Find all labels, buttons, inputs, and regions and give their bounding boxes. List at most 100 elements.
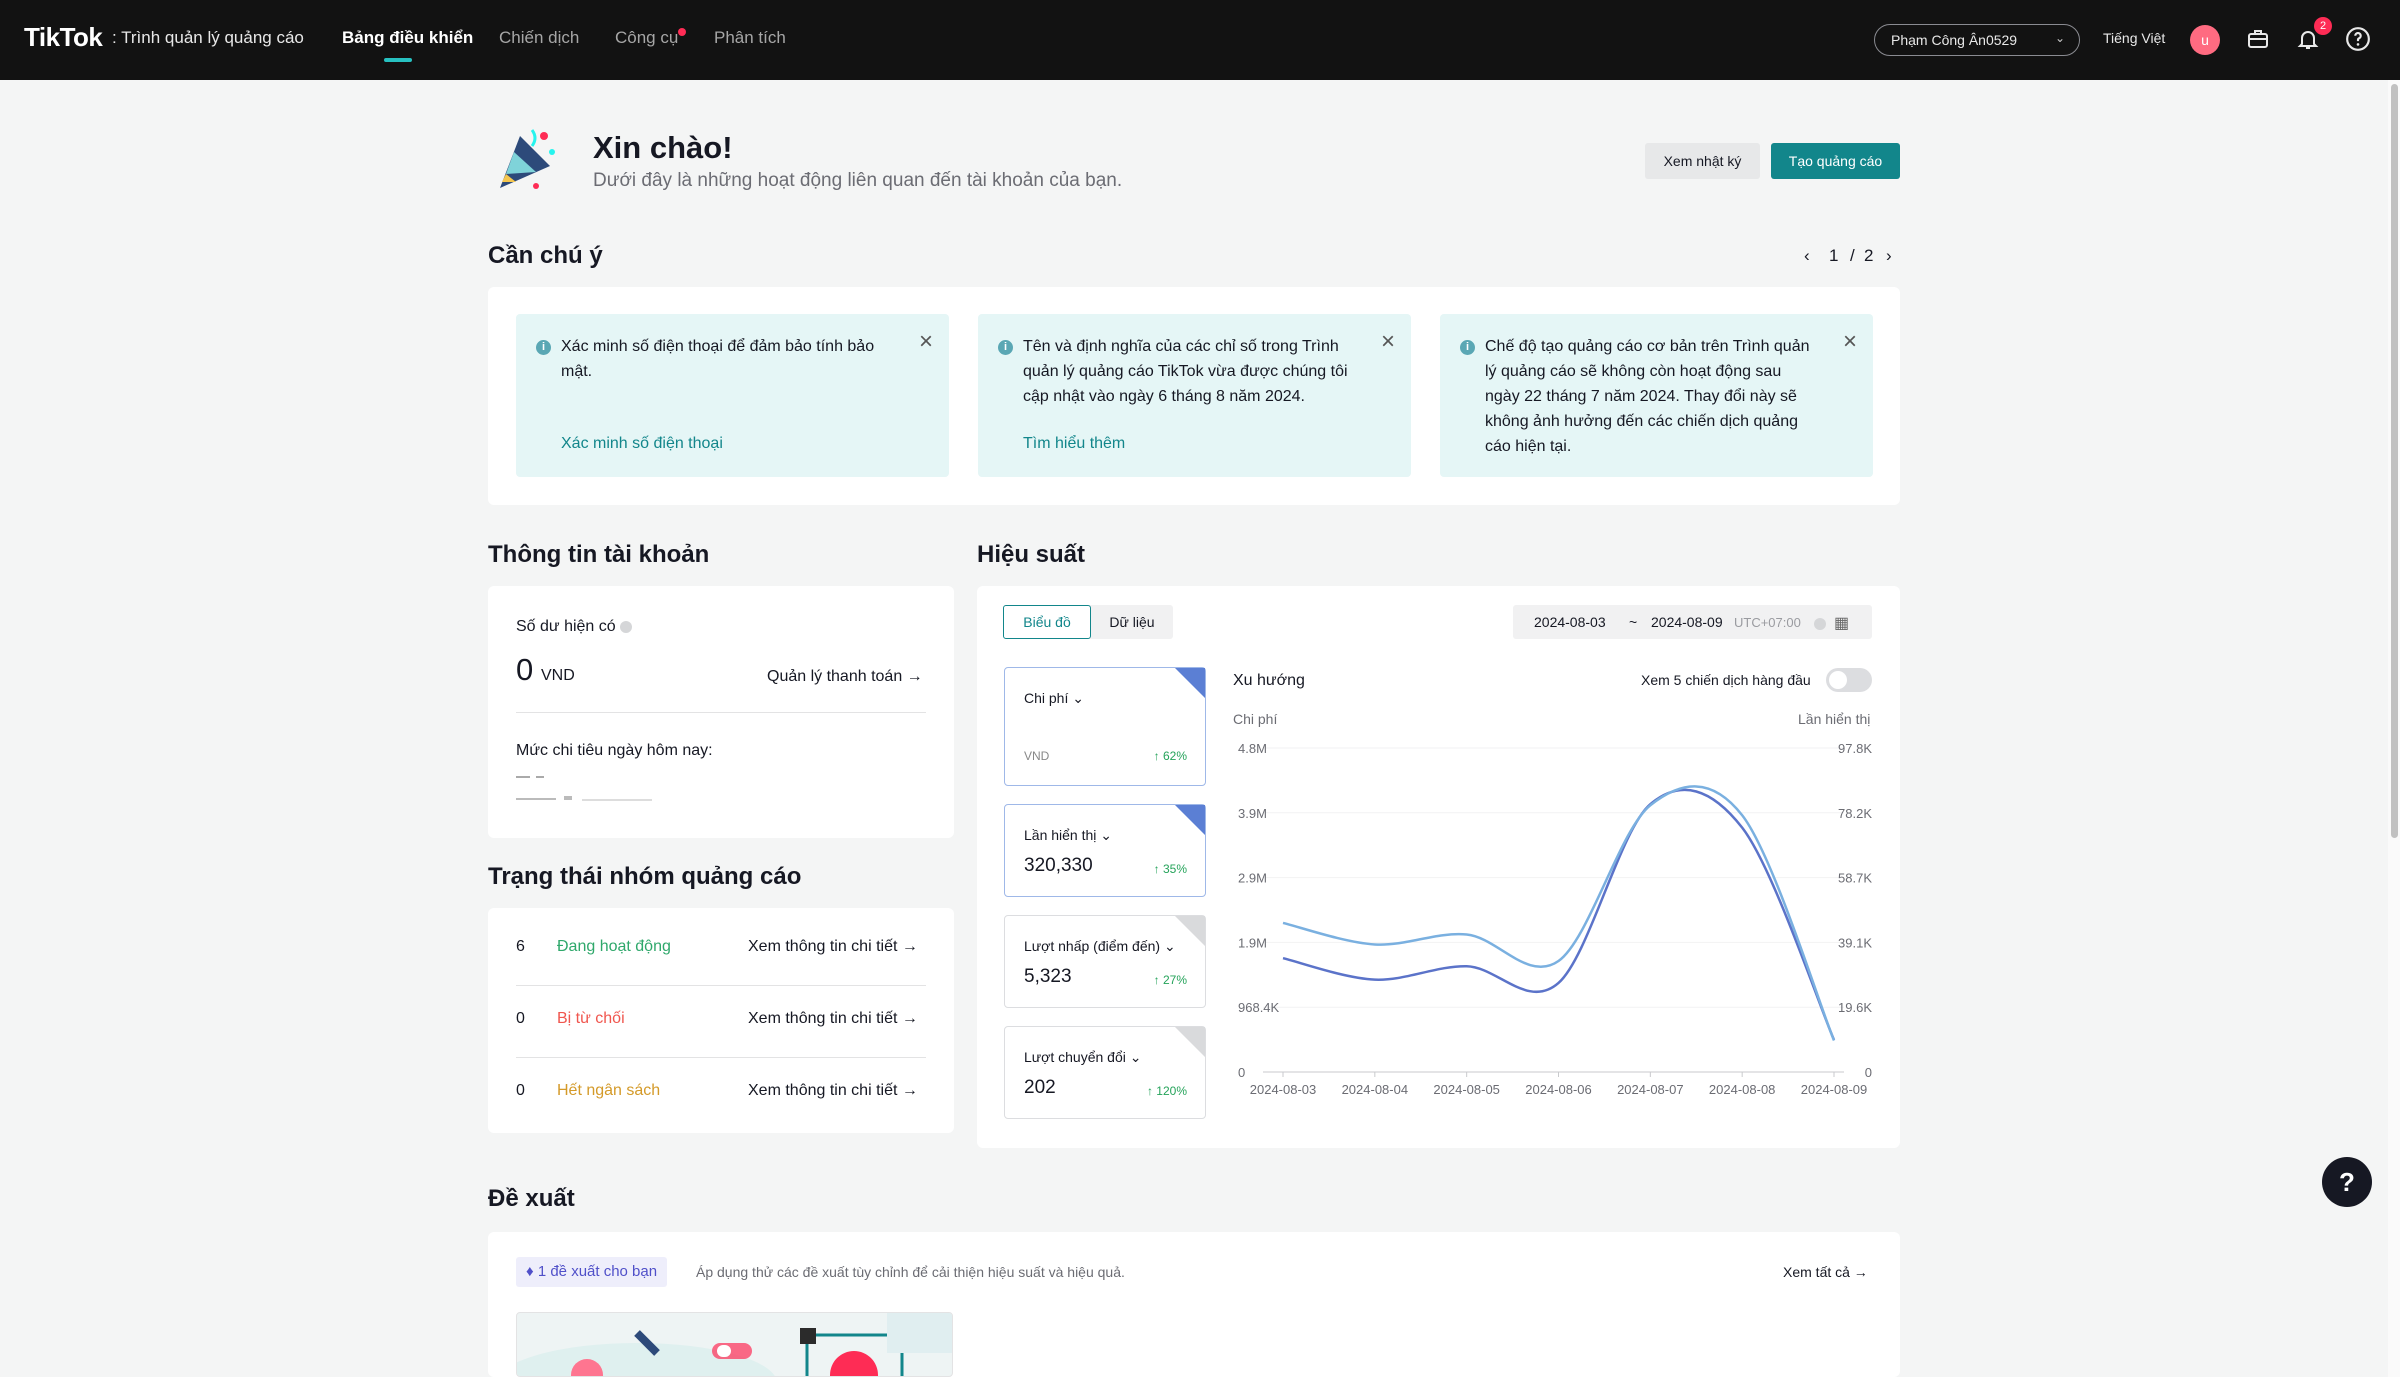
- unselected-corner: [1175, 1027, 1205, 1057]
- account-info-title: Thông tin tài khoản: [488, 541, 710, 568]
- tab-data[interactable]: Dữ liệu: [1091, 605, 1173, 639]
- status-row: 0 Bị từ chối Xem thông tin chi tiết →: [516, 1006, 926, 1036]
- view-details-link[interactable]: Xem thông tin chi tiết →: [748, 938, 918, 956]
- notice-link[interactable]: Tìm hiểu thêm: [1023, 435, 1125, 453]
- close-icon[interactable]: ×: [919, 328, 933, 356]
- status-count: 6: [516, 938, 525, 955]
- metric-card-cost[interactable]: Chi phí ⌄ VND ↑ 62%: [1004, 667, 1206, 786]
- manage-payment-link[interactable]: Quản lý thanh toán →: [767, 668, 923, 686]
- daily-spend-label: Mức chi tiêu ngày hôm nay:: [516, 742, 713, 759]
- tiktok-logo[interactable]: TikTok: [24, 22, 103, 53]
- view-toggle: Biểu đồ Dữ liệu: [1003, 605, 1173, 639]
- chevron-down-icon: ⌄: [2054, 31, 2065, 45]
- recommendation-count-badge: ♦ 1 đề xuất cho bạn: [516, 1257, 668, 1287]
- nav-tools[interactable]: Công cụ: [615, 28, 678, 48]
- date-end: 2024-08-09: [1651, 614, 1723, 630]
- nav-analytics[interactable]: Phân tích: [714, 28, 786, 48]
- top5-toggle-label: Xem 5 chiến dịch hàng đầu: [1641, 672, 1811, 688]
- metric-name: Lượt nhấp (điểm đến) ⌄: [1024, 938, 1176, 954]
- close-icon[interactable]: ×: [1843, 328, 1857, 356]
- impressions-series-line: [1282, 785, 1836, 1041]
- selected-corner: [1175, 668, 1205, 698]
- help-button[interactable]: ?: [2322, 1157, 2372, 1207]
- balance-value: 0: [516, 652, 534, 687]
- y2-tick-label: 97.8K: [1838, 741, 1872, 756]
- divider: [516, 985, 926, 986]
- account-name: Phạm Công Ân0529: [1891, 32, 2018, 48]
- pager-separator: /: [1850, 246, 1855, 265]
- scrollbar-thumb[interactable]: [2391, 84, 2398, 838]
- y2-tick-label: 19.6K: [1838, 1000, 1872, 1015]
- view-log-button[interactable]: Xem nhật ký: [1645, 143, 1760, 179]
- info-icon: [1814, 618, 1826, 630]
- y-tick-label: 0: [1238, 1065, 1245, 1080]
- view-details-link[interactable]: Xem thông tin chi tiết →: [748, 1010, 918, 1028]
- tools-new-dot: [678, 28, 686, 36]
- date-range-picker[interactable]: 2024-08-03 ~ 2024-08-09 UTC+07:00 ▦: [1513, 605, 1872, 639]
- y-tick-label: 2.9M: [1238, 871, 1267, 886]
- language-switcher[interactable]: Tiếng Việt: [2103, 30, 2165, 46]
- x-tick-label: 2024-08-05: [1433, 1082, 1500, 1097]
- recommendation-preview-card[interactable]: [516, 1312, 953, 1377]
- notice-card: i Xác minh số điện thoại để đảm bảo tính…: [516, 314, 949, 477]
- nav-campaigns[interactable]: Chiến dịch: [499, 28, 579, 48]
- close-icon[interactable]: ×: [1381, 328, 1395, 356]
- attention-section-title: Cần chú ý: [488, 242, 603, 269]
- date-separator: ~: [1629, 614, 1638, 630]
- status-rejected-label: Bị từ chối: [557, 1010, 625, 1027]
- x-tick-label: 2024-08-06: [1525, 1082, 1592, 1097]
- y2-tick-label: 0: [1865, 1065, 1872, 1080]
- status-out-of-budget-label: Hết ngân sách: [557, 1082, 661, 1099]
- recommendations-title: Đề xuất: [488, 1185, 575, 1212]
- notice-text: Tên và định nghĩa của các chỉ số trong T…: [1023, 338, 1348, 405]
- x-tick-label: 2024-08-08: [1709, 1082, 1776, 1097]
- nav-dashboard[interactable]: Bảng điều khiển: [342, 28, 473, 48]
- pager-total: 2: [1864, 246, 1874, 265]
- info-icon: i: [1460, 340, 1475, 355]
- top5-switch[interactable]: [1826, 668, 1872, 692]
- metric-card-clicks[interactable]: Lượt nhấp (điểm đến) ⌄ 5,323 ↑ 27%: [1004, 915, 1206, 1008]
- info-icon: i: [536, 340, 551, 355]
- trend-title: Xu hướng: [1233, 672, 1305, 689]
- selected-corner: [1175, 805, 1205, 835]
- notice-text: Xác minh số điện thoại để đảm bảo tính b…: [561, 338, 875, 380]
- y-tick-label: 3.9M: [1238, 806, 1267, 821]
- avatar[interactable]: u: [2190, 25, 2220, 55]
- notice-card: i Chế độ tạo quảng cáo cơ bản trên Trình…: [1440, 314, 1873, 477]
- product-name: : Trình quản lý quảng cáo: [112, 28, 304, 47]
- notice-text: Chế độ tạo quảng cáo cơ bản trên Trình q…: [1485, 338, 1810, 455]
- pager-current: 1: [1829, 246, 1839, 265]
- briefcase-icon[interactable]: [2243, 24, 2273, 54]
- x-tick-label: 2024-08-04: [1342, 1082, 1409, 1097]
- recommendation-illustration: [517, 1313, 952, 1376]
- greeting-subtitle: Dưới đây là những hoạt động liên quan đế…: [593, 170, 1123, 191]
- chevron-down-icon: ⌄: [1163, 938, 1176, 954]
- metric-card-conversions[interactable]: Lượt chuyển đổi ⌄ 202 ↑ 120%: [1004, 1026, 1206, 1119]
- question-icon[interactable]: [619, 620, 632, 633]
- see-all-link[interactable]: Xem tất cả →: [1783, 1264, 1868, 1280]
- y-tick-label: 1.9M: [1238, 935, 1267, 950]
- metric-change: ↑ 120%: [1146, 1084, 1187, 1098]
- help-icon[interactable]: [2343, 24, 2373, 54]
- notification-badge: 2: [2314, 17, 2332, 35]
- performance-title: Hiệu suất: [977, 541, 1086, 568]
- x-tick-label: 2024-08-07: [1617, 1082, 1684, 1097]
- status-active-label: Đang hoạt động: [557, 938, 671, 955]
- metric-card-impressions[interactable]: Lần hiển thị ⌄ 320,330 ↑ 35%: [1004, 804, 1206, 897]
- account-selector[interactable]: Phạm Công Ân0529 ⌄: [1874, 24, 2080, 56]
- x-tick-label: 2024-08-09: [1801, 1082, 1868, 1097]
- chevron-down-icon: ⌄: [1100, 827, 1113, 843]
- y-tick-label: 4.8M: [1238, 741, 1267, 756]
- status-row: 0 Hết ngân sách Xem thông tin chi tiết →: [516, 1078, 926, 1108]
- greeting-title: Xin chào!: [593, 130, 733, 165]
- lightbulb-icon: ♦: [526, 1263, 534, 1280]
- metric-change: ↑ 62%: [1153, 749, 1187, 763]
- adgroup-status-title: Trạng thái nhóm quảng cáo: [488, 863, 802, 890]
- trend-line-chart: 4.8M 3.9M 2.9M 1.9M 968.4K 0 97.8K 78.2K 58.7K 39…: [1238, 741, 1872, 1097]
- chevron-left-icon[interactable]: ‹: [1804, 246, 1810, 266]
- notice-link[interactable]: Xác minh số điện thoại: [561, 435, 723, 453]
- tab-chart[interactable]: Biểu đồ: [1003, 605, 1091, 639]
- view-details-link[interactable]: Xem thông tin chi tiết →: [748, 1082, 918, 1100]
- chevron-right-icon[interactable]: ›: [1886, 246, 1892, 266]
- create-ad-button[interactable]: Tạo quảng cáo: [1771, 143, 1900, 179]
